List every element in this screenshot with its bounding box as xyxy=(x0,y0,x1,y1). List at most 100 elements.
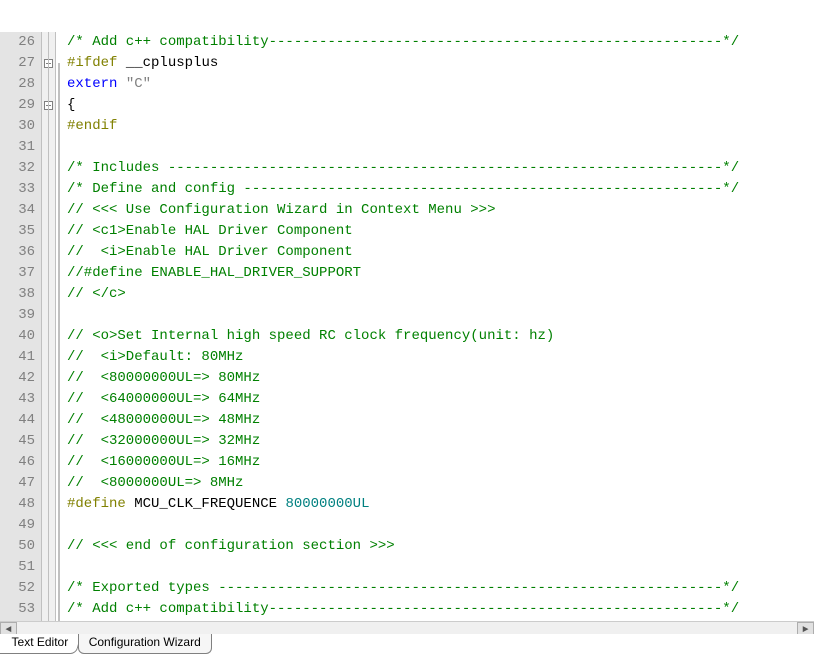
code-line[interactable]: 50// <<< end of configuration section >>… xyxy=(0,536,814,557)
code-line[interactable]: 32/* Includes --------------------------… xyxy=(0,158,814,179)
code-text[interactable]: //#define ENABLE_HAL_DRIVER_SUPPORT xyxy=(66,263,814,284)
code-line[interactable]: 33/* Define and config -----------------… xyxy=(0,179,814,200)
change-marker xyxy=(56,53,66,74)
code-text[interactable]: // <o>Set Internal high speed RC clock f… xyxy=(66,326,814,347)
code-line[interactable]: 46 // <16000000UL=> 16MHz xyxy=(0,452,814,473)
code-text[interactable]: // <32000000UL=> 32MHz xyxy=(66,431,814,452)
code-text[interactable]: /* Add c++ compatibility----------------… xyxy=(66,32,814,53)
fold-gutter[interactable] xyxy=(42,221,56,242)
code-text[interactable]: // <<< Use Configuration Wizard in Conte… xyxy=(66,200,814,221)
tab-configuration-wizard[interactable]: Configuration Wizard xyxy=(78,634,212,654)
code-line[interactable]: 45// <32000000UL=> 32MHz xyxy=(0,431,814,452)
code-line[interactable]: 29 { xyxy=(0,95,814,116)
fold-gutter[interactable] xyxy=(42,284,56,305)
code-line[interactable]: 39 xyxy=(0,305,814,326)
fold-gutter[interactable] xyxy=(42,557,56,578)
change-marker xyxy=(56,284,66,305)
code-line[interactable]: 26/* Add c++ compatibility--------------… xyxy=(0,32,814,53)
code-text[interactable]: #define MCU_CLK_FREQUENCE 80000000UL xyxy=(66,494,814,515)
code-line[interactable]: 44// <48000000UL=> 48MHz xyxy=(0,410,814,431)
code-line[interactable]: 31 xyxy=(0,137,814,158)
code-line[interactable]: 35// <c1>Enable HAL Driver Component xyxy=(0,221,814,242)
code-text[interactable] xyxy=(66,515,814,536)
code-line[interactable]: 42// <80000000UL=> 80MHz xyxy=(0,368,814,389)
fold-gutter[interactable] xyxy=(42,158,56,179)
code-line[interactable]: 43// <64000000UL=> 64MHz xyxy=(0,389,814,410)
fold-gutter[interactable] xyxy=(42,410,56,431)
code-line[interactable]: 51 xyxy=(0,557,814,578)
fold-gutter[interactable] xyxy=(42,578,56,599)
code-text[interactable]: // <48000000UL=> 48MHz xyxy=(66,410,814,431)
code-text[interactable]: // <<< end of configuration section >>> xyxy=(66,536,814,557)
fold-gutter[interactable] xyxy=(42,116,56,137)
line-number: 29 xyxy=(0,95,42,116)
fold-gutter[interactable] xyxy=(42,326,56,347)
fold-gutter[interactable] xyxy=(42,494,56,515)
code-line[interactable]: 52/* Exported types --------------------… xyxy=(0,578,814,599)
line-number: 27 xyxy=(0,53,42,74)
code-text[interactable] xyxy=(66,305,814,326)
code-text[interactable]: /* Includes ----------------------------… xyxy=(66,158,814,179)
fold-gutter[interactable] xyxy=(42,431,56,452)
code-line[interactable]: 40// <o>Set Internal high speed RC clock… xyxy=(0,326,814,347)
fold-gutter[interactable] xyxy=(42,200,56,221)
code-text[interactable]: /* Exported types ----------------------… xyxy=(66,578,814,599)
code-text[interactable]: // </c> xyxy=(66,284,814,305)
code-line[interactable]: 38// </c> xyxy=(0,284,814,305)
fold-gutter[interactable] xyxy=(42,473,56,494)
fold-gutter[interactable] xyxy=(42,515,56,536)
change-marker xyxy=(56,557,66,578)
fold-gutter[interactable] xyxy=(42,263,56,284)
fold-gutter[interactable] xyxy=(42,242,56,263)
change-marker xyxy=(56,74,66,95)
code-line[interactable]: 49 xyxy=(0,515,814,536)
line-number: 51 xyxy=(0,557,42,578)
line-number: 49 xyxy=(0,515,42,536)
fold-gutter[interactable] xyxy=(42,599,56,620)
code-text[interactable]: /* Define and config -------------------… xyxy=(66,179,814,200)
code-text[interactable]: extern "C" xyxy=(66,74,814,95)
code-text[interactable]: #endif xyxy=(66,116,814,137)
code-line[interactable]: 30#endif xyxy=(0,116,814,137)
fold-gutter[interactable] xyxy=(42,32,56,53)
tab-text-editor[interactable]: Text Editor xyxy=(0,634,81,654)
line-number: 46 xyxy=(0,452,42,473)
code-text[interactable] xyxy=(66,137,814,158)
fold-gutter[interactable] xyxy=(42,347,56,368)
line-number: 48 xyxy=(0,494,42,515)
fold-gutter[interactable] xyxy=(42,305,56,326)
code-line[interactable]: 47// <8000000UL=> 8MHz xyxy=(0,473,814,494)
code-line[interactable]: 34// <<< Use Configuration Wizard in Con… xyxy=(0,200,814,221)
code-text[interactable]: { xyxy=(66,95,814,116)
code-text[interactable]: // <8000000UL=> 8MHz xyxy=(66,473,814,494)
code-text[interactable]: #ifdef __cplusplus xyxy=(66,53,814,74)
change-marker xyxy=(56,242,66,263)
change-marker xyxy=(56,221,66,242)
fold-gutter[interactable] xyxy=(42,137,56,158)
code-text[interactable]: // <i>Enable HAL Driver Component xyxy=(66,242,814,263)
code-line[interactable]: 27 #ifdef __cplusplus xyxy=(0,53,814,74)
code-text[interactable]: // <64000000UL=> 64MHz xyxy=(66,389,814,410)
code-text[interactable] xyxy=(66,557,814,578)
fold-gutter[interactable] xyxy=(42,536,56,557)
code-line[interactable]: 37//#define ENABLE_HAL_DRIVER_SUPPORT xyxy=(0,263,814,284)
fold-gutter[interactable] xyxy=(42,74,56,95)
code-line[interactable]: 48 #define MCU_CLK_FREQUENCE 80000000UL xyxy=(0,494,814,515)
change-marker xyxy=(56,410,66,431)
code-line[interactable]: 53/* Add c++ compatibility--------------… xyxy=(0,599,814,620)
code-text[interactable]: // <80000000UL=> 80MHz xyxy=(66,368,814,389)
code-editor[interactable]: 26/* Add c++ compatibility--------------… xyxy=(0,0,814,630)
fold-gutter[interactable] xyxy=(42,95,56,116)
code-text[interactable]: // <16000000UL=> 16MHz xyxy=(66,452,814,473)
code-line[interactable]: 41// <i>Default: 80MHz xyxy=(0,347,814,368)
code-line[interactable]: 36// <i>Enable HAL Driver Component xyxy=(0,242,814,263)
fold-gutter[interactable] xyxy=(42,53,56,74)
fold-gutter[interactable] xyxy=(42,179,56,200)
code-text[interactable]: // <c1>Enable HAL Driver Component xyxy=(66,221,814,242)
fold-gutter[interactable] xyxy=(42,452,56,473)
code-line[interactable]: 28extern "C" xyxy=(0,74,814,95)
code-text[interactable]: /* Add c++ compatibility----------------… xyxy=(66,599,814,620)
code-text[interactable]: // <i>Default: 80MHz xyxy=(66,347,814,368)
fold-gutter[interactable] xyxy=(42,368,56,389)
fold-gutter[interactable] xyxy=(42,389,56,410)
